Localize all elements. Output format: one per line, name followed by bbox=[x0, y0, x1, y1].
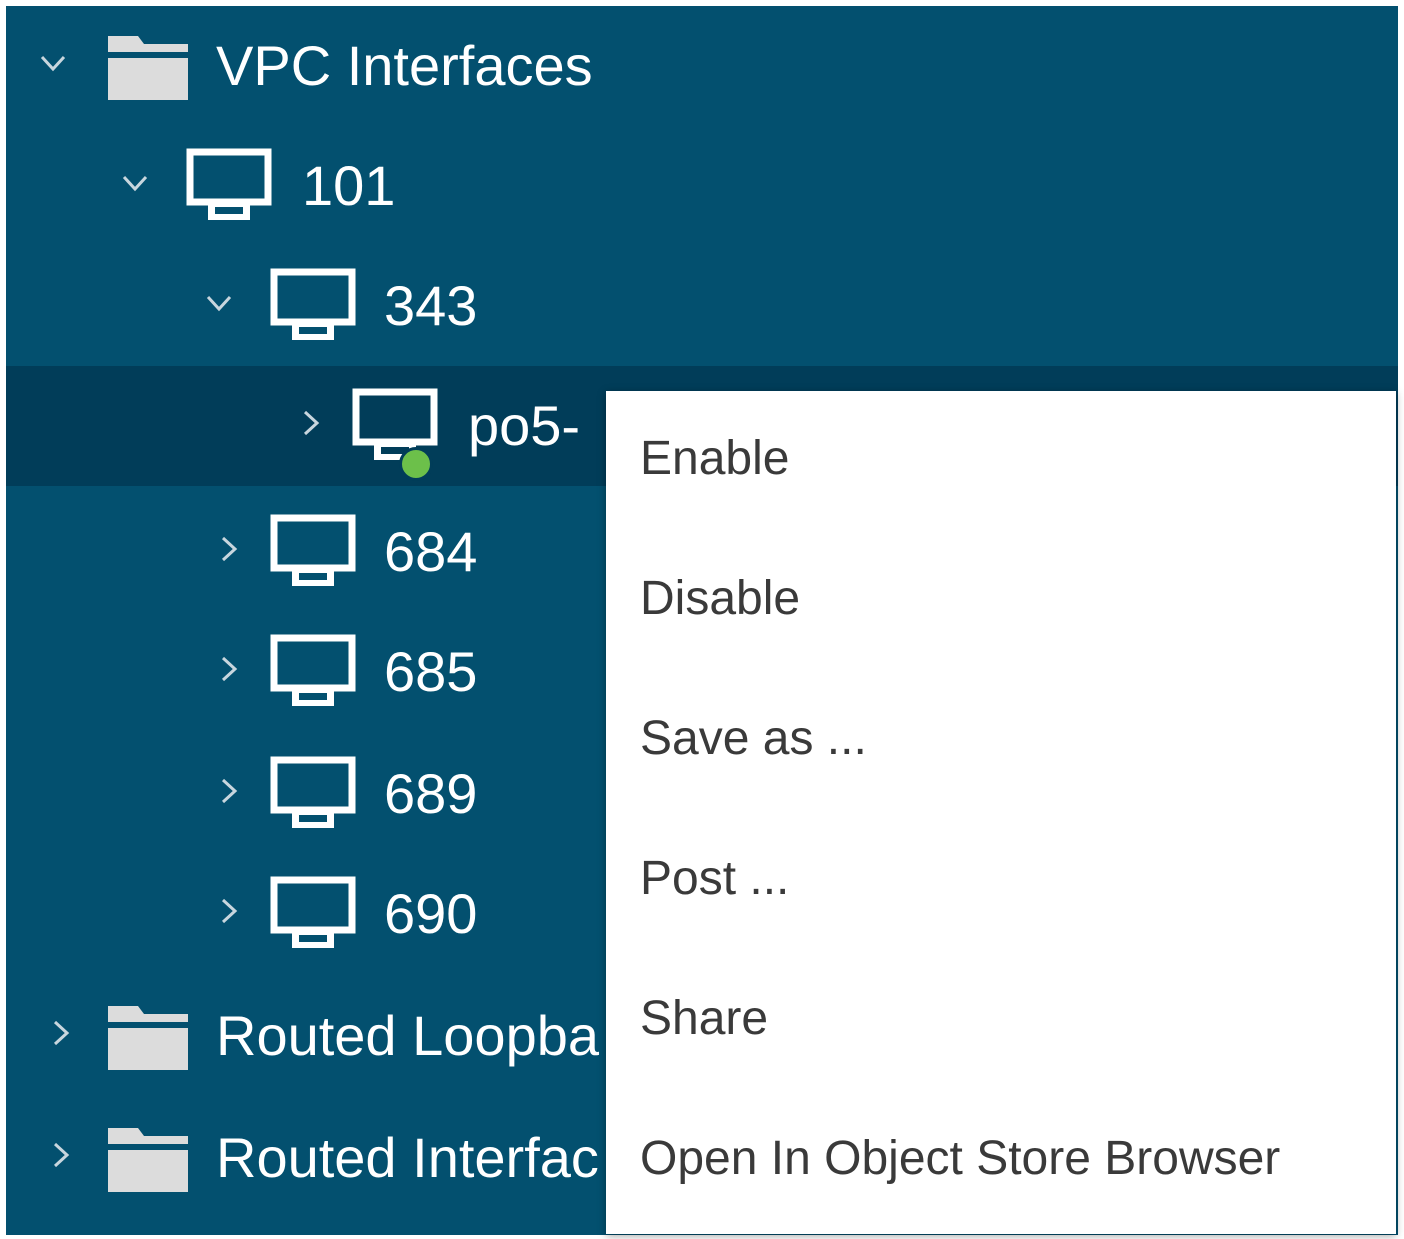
tree-item-label: Routed Loopba bbox=[216, 1004, 600, 1067]
folder-icon bbox=[104, 1118, 194, 1200]
menu-item-label: Share bbox=[640, 992, 769, 1045]
chevron-right-icon[interactable] bbox=[44, 1016, 78, 1050]
port-icon bbox=[270, 632, 360, 714]
tree-item-label: 685 bbox=[384, 640, 478, 703]
tree-item-label: 101 bbox=[302, 154, 396, 217]
chevron-right-icon[interactable] bbox=[212, 774, 246, 808]
tree-item-label: Routed Interfac bbox=[216, 1126, 599, 1189]
chevron-down-icon[interactable] bbox=[118, 166, 152, 200]
tree-item-label: po5- bbox=[468, 394, 581, 457]
context-menu: Enable Disable Save as ... Post ... Shar… bbox=[606, 391, 1396, 1234]
tree-item-343[interactable]: 343 bbox=[6, 246, 1398, 366]
menu-item-label: Enable bbox=[640, 432, 790, 485]
tree-item-label: 343 bbox=[384, 274, 478, 337]
chevron-right-icon[interactable] bbox=[212, 532, 246, 566]
tree-item-label: 690 bbox=[384, 882, 478, 945]
chevron-right-icon[interactable] bbox=[294, 406, 328, 440]
menu-item-label: Disable bbox=[640, 572, 801, 625]
chevron-down-icon[interactable] bbox=[202, 286, 236, 320]
menu-item-label: Post ... bbox=[640, 852, 790, 905]
menu-item-disable[interactable]: Disable bbox=[606, 531, 1396, 671]
tree-item-label: VPC Interfaces bbox=[216, 34, 593, 97]
menu-item-share[interactable]: Share bbox=[606, 951, 1396, 1091]
port-icon bbox=[270, 266, 360, 348]
menu-item-post[interactable]: Post ... bbox=[606, 811, 1396, 951]
port-icon bbox=[270, 512, 360, 594]
tree-item-101[interactable]: 101 bbox=[6, 126, 1398, 246]
menu-item-enable[interactable]: Enable bbox=[606, 391, 1396, 531]
tree-item-vpc-interfaces[interactable]: VPC Interfaces bbox=[6, 6, 1398, 126]
chevron-down-icon[interactable] bbox=[36, 46, 70, 80]
menu-item-label: Save as ... bbox=[640, 712, 867, 765]
chevron-right-icon[interactable] bbox=[44, 1138, 78, 1172]
chevron-right-icon[interactable] bbox=[212, 894, 246, 928]
port-icon bbox=[270, 874, 360, 956]
port-icon bbox=[186, 146, 276, 228]
folder-icon bbox=[104, 26, 194, 108]
menu-item-label: Open In Object Store Browser bbox=[640, 1132, 1281, 1185]
status-up-indicator bbox=[399, 447, 433, 481]
tree-item-label: 689 bbox=[384, 762, 478, 825]
menu-item-save-as[interactable]: Save as ... bbox=[606, 671, 1396, 811]
port-icon bbox=[270, 754, 360, 836]
chevron-right-icon[interactable] bbox=[212, 652, 246, 686]
tree-item-label: 684 bbox=[384, 520, 478, 583]
folder-icon bbox=[104, 996, 194, 1078]
menu-item-open-object-store-browser[interactable]: Open In Object Store Browser bbox=[606, 1091, 1396, 1231]
